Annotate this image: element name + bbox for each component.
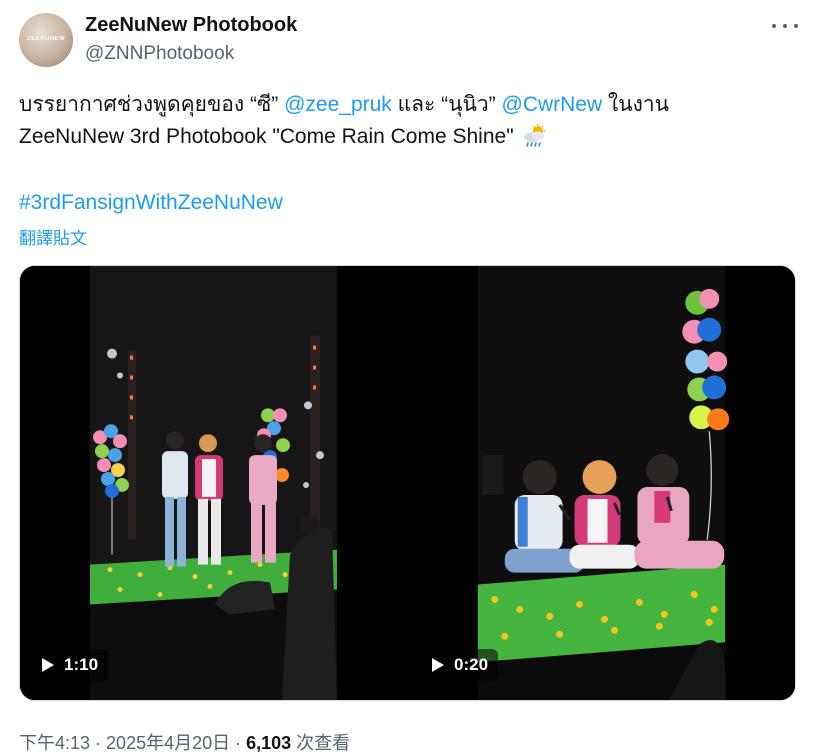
mention-zee-pruk[interactable]: @zee_pruk: [284, 93, 392, 116]
tweet-meta: 下午4:13 · 2025年4月20日 · 6,103 次查看: [19, 729, 350, 755]
avatar-logo-text: ZEENUNEW: [27, 36, 66, 42]
media-grid: 1:10 0:20: [19, 265, 796, 701]
video-player-1[interactable]: 1:10: [20, 266, 407, 700]
hashtag-link[interactable]: #3rdFansignWithZeeNuNew: [19, 191, 283, 214]
tweet-text: และ “นุนิว”: [391, 93, 502, 116]
views-label: 次查看: [291, 733, 351, 753]
video-thumbnail-stage: [20, 266, 407, 700]
translate-post-link[interactable]: 翻譯貼文: [19, 224, 87, 249]
video-player-2[interactable]: 0:20: [410, 266, 795, 700]
tweet-text: ZeeNuNew 3rd Photobook "Come Rain Come S…: [19, 125, 514, 148]
views-count: 6,103: [246, 733, 292, 753]
author-display-name[interactable]: ZeeNuNew Photobook: [85, 14, 297, 37]
video-thumbnail-seated: [410, 266, 795, 700]
tweet-date[interactable]: 2025年4月20日: [106, 733, 230, 753]
tweet-time[interactable]: 下午4:13: [19, 733, 90, 753]
video-play-button[interactable]: 0:20: [424, 649, 499, 681]
more-options-icon[interactable]: [772, 16, 798, 36]
author-handle[interactable]: @ZNNPhotobook: [85, 43, 234, 65]
tweet-text: บรรยากาศช่วงพูดคุยของ “ซี”: [19, 93, 285, 116]
play-icon: [42, 658, 54, 672]
video-duration: 1:10: [64, 655, 99, 674]
play-icon: [432, 658, 444, 672]
more-dot: [772, 24, 776, 28]
more-dot: [794, 24, 798, 28]
video-duration: 0:20: [454, 655, 489, 674]
sun-behind-rain-cloud-icon: [523, 124, 545, 147]
mention-cwrnew[interactable]: @CwrNew: [502, 93, 603, 116]
hashtag-line: #3rdFansignWithZeeNuNew: [19, 189, 283, 217]
avatar[interactable]: ZEENUNEW: [19, 13, 73, 67]
tweet-text: ในงาน: [602, 93, 670, 116]
more-dot: [783, 24, 787, 28]
meta-separator: ·: [230, 733, 247, 753]
tweet-text-line-1: บรรยากาศช่วงพูดคุยของ “ซี” @zee_pruk และ…: [19, 91, 669, 119]
video-play-button[interactable]: 1:10: [34, 649, 109, 681]
meta-separator: ·: [90, 733, 107, 753]
tweet-text-line-2: ZeeNuNew 3rd Photobook "Come Rain Come S…: [19, 123, 548, 151]
